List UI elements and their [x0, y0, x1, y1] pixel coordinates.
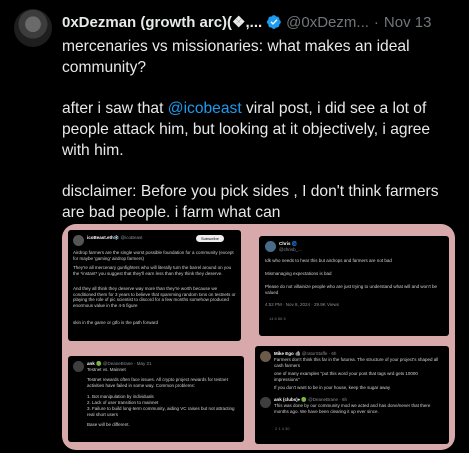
mini-handle: @chrisb_... [279, 246, 302, 252]
mini-name: Chris 🌀 [279, 241, 298, 246]
mini-handle: @DeaneBrane · May 21 [102, 361, 152, 366]
mini-stats: 14 6 86 5 [269, 316, 286, 321]
mini-text: Idk who needs to hear this but airdrops … [265, 258, 392, 263]
author-avatar[interactable] [14, 9, 52, 47]
tweet-paragraph-3: disclaimer: Before you pick sides , I do… [62, 183, 439, 221]
tweet-text: mercenaries vs missionaries: what makes … [62, 36, 457, 243]
embedded-screenshot-1: icoBeast.eth❄️ @icoBeast Subscribe Airdr… [68, 230, 241, 341]
tweet-header: 0xDezman (growth arc)(❖,... @0xDezm... ·… [62, 11, 462, 33]
mini-text: 3. Failure to build long-term community,… [87, 406, 235, 417]
mini-text: Farmers don't think this far in the futu… [274, 357, 439, 368]
mini-text: This was done by our community mod we ac… [274, 403, 431, 414]
mini-name: icoBeast.eth❄️ [87, 235, 120, 240]
mini-text: 1. Bot manipulation by individuals [87, 394, 154, 399]
mini-handle: @ratorStaffe · 6h [301, 351, 337, 356]
tweet-line-1: mercenaries vs missionaries: what makes … [62, 38, 410, 76]
embedded-screenshot-2: Chris 🌀 @chrisb_... Idk who needs to hear… [259, 236, 449, 336]
mini-text: Please do not villainize people who are … [265, 284, 437, 295]
mini-avatar [260, 397, 271, 408]
mini-meta: 4:52 PM · Nov 8, 2024 · 29.9K Views [265, 302, 339, 307]
mini-name: Mike Ego 🪨 [274, 351, 301, 356]
mini-text: skin in the game or gtfo is the path for… [73, 320, 159, 325]
mini-text: 2. Lack of user transition to mainnet [87, 400, 159, 405]
embedded-screenshot-3: ank 🟢 @DeaneBrane · May 21 Testnet vs. M… [68, 356, 244, 442]
tweet-paragraph-2: after i saw that @icobeast viral post, i… [62, 98, 457, 161]
mention-link[interactable]: @icobeast [168, 100, 242, 117]
mini-text: one of many examples "put this word your… [274, 371, 418, 382]
mini-text: Mismanaging expectations is bad [265, 271, 332, 276]
mini-text: Base will be different. [87, 422, 130, 427]
tweet-date[interactable]: Nov 13 [384, 14, 432, 31]
p2-before: after i saw that [62, 100, 168, 117]
mini-avatar [73, 235, 84, 246]
author-handle[interactable]: @0xDezm... [286, 14, 369, 31]
verified-badge-icon [267, 15, 281, 29]
mini-text: They're all mercenary gunfighters who wi… [73, 265, 232, 276]
tweet[interactable]: 0xDezman (growth arc)(❖,... @0xDezm... ·… [0, 0, 469, 453]
mini-avatar [260, 351, 271, 362]
mini-stats: 2 1 4 30 [275, 426, 290, 431]
embedded-screenshot-4: Mike Ego 🪨 @ratorStaffe · 6h Farmers don… [255, 346, 449, 444]
mini-text: Testnet rewards often face issues. All c… [87, 377, 228, 388]
author-name[interactable]: 0xDezman (growth arc)(❖,... [62, 13, 262, 31]
mini-avatar [265, 241, 276, 252]
mini-handle: @icoBeast [120, 235, 143, 240]
mini-handle: @DeaneBrane · 6h [308, 397, 348, 402]
mini-text: And they all think they deserve way more… [73, 286, 236, 308]
separator: · [373, 13, 379, 31]
mini-text: If you don't want to be in your house, k… [274, 385, 391, 390]
mini-subscribe-button: Subscribe [196, 235, 224, 242]
mini-avatar [73, 361, 84, 372]
mini-text: Airdrop farmers are the single worst pos… [73, 250, 234, 261]
mini-name: ank (clubs)♦ 🟢 [274, 397, 307, 402]
mini-name: ank 🟢 [87, 361, 102, 366]
tweet-media-image[interactable]: icoBeast.eth❄️ @icoBeast Subscribe Airdr… [62, 224, 455, 450]
mini-text: Testnet vs. Mainnet [87, 367, 126, 372]
